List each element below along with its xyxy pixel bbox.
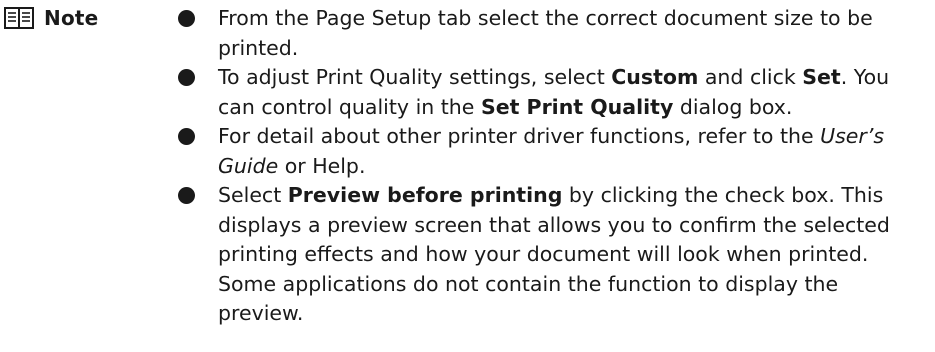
bullet-icon [178, 187, 195, 204]
note-book-icon [4, 7, 34, 29]
item-text: or Help. [278, 153, 366, 178]
note-list: From the Page Setup tab select the corre… [178, 4, 928, 329]
item-text: dialog box. [673, 94, 793, 119]
set-button-text: Set [802, 65, 841, 89]
item-text: Select [218, 183, 288, 207]
list-item: For detail about other printer driver fu… [178, 122, 928, 181]
item-text: For detail about other printer driver fu… [218, 124, 821, 148]
set-print-quality-text: Set Print Quality [480, 94, 674, 119]
item-text: From the Page Setup tab select the corre… [218, 6, 873, 60]
item-text: and click [698, 65, 803, 89]
note-label: Note [4, 6, 98, 30]
bullet-icon [178, 10, 195, 27]
list-item: From the Page Setup tab select the corre… [178, 4, 928, 63]
bullet-icon [178, 69, 195, 86]
bullet-icon [178, 128, 195, 145]
item-text: To adjust Print Quality settings, select [218, 65, 612, 89]
list-item: To adjust Print Quality settings, select… [178, 63, 928, 122]
custom-option-text: Custom [611, 65, 699, 89]
note-title: Note [44, 6, 99, 30]
list-item: Select Preview before printing by clicki… [178, 181, 928, 329]
preview-before-printing-text: Preview before printing [287, 183, 563, 207]
